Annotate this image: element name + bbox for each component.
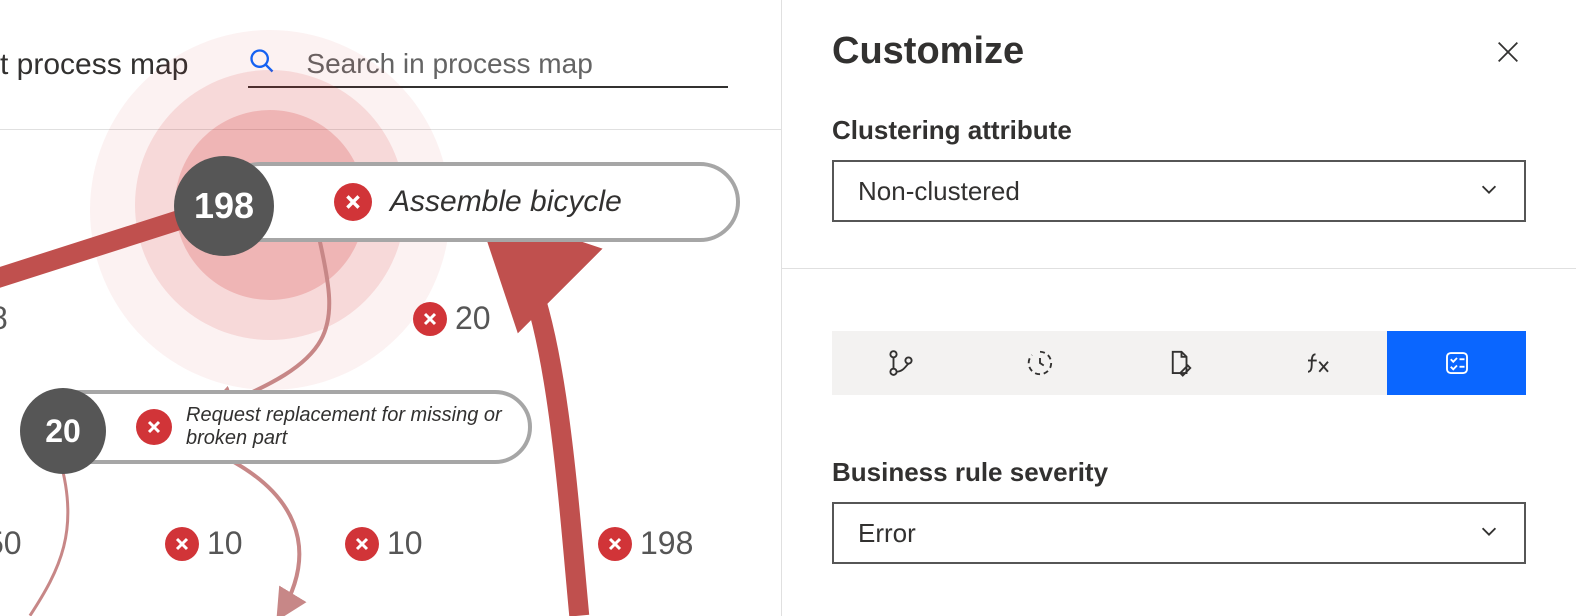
close-icon bbox=[1494, 38, 1522, 66]
select-value: Error bbox=[858, 518, 916, 549]
clustering-attribute-select[interactable]: Non-clustered bbox=[832, 160, 1526, 222]
tab-variant[interactable] bbox=[832, 331, 971, 395]
edge-label: 20 bbox=[413, 300, 491, 337]
customize-panel: Customize Clustering attribute Non-clust… bbox=[782, 0, 1576, 616]
chevron-down-icon bbox=[1478, 176, 1500, 207]
view-mode-tabs bbox=[832, 331, 1526, 395]
node-label: Request replacement for missing or broke… bbox=[186, 404, 528, 450]
tab-duration[interactable] bbox=[971, 331, 1110, 395]
branch-icon bbox=[886, 348, 916, 378]
tab-formula[interactable] bbox=[1248, 331, 1387, 395]
business-rule-severity-field: Business rule severity Error bbox=[832, 457, 1526, 564]
panel-title: Customize bbox=[832, 30, 1024, 73]
select-value: Non-clustered bbox=[858, 176, 1020, 207]
error-icon bbox=[165, 527, 199, 561]
error-icon bbox=[598, 527, 632, 561]
process-node[interactable]: 20 Request replacement for missing or br… bbox=[22, 390, 532, 464]
clustering-attribute-field: Clustering attribute Non-clustered bbox=[832, 115, 1526, 222]
process-map-pane: t process map bbox=[0, 0, 782, 616]
chevron-down-icon bbox=[1478, 518, 1500, 549]
error-icon bbox=[334, 183, 372, 221]
file-edit-icon bbox=[1164, 348, 1194, 378]
fx-icon bbox=[1303, 348, 1333, 378]
clock-dashed-icon bbox=[1025, 348, 1055, 378]
edge-label: 10 bbox=[345, 525, 423, 562]
process-map-canvas[interactable]: 198 Assemble bicycle 20 Request replacem… bbox=[0, 130, 781, 616]
edge-label: 8 bbox=[0, 300, 8, 337]
node-label: Assemble bicycle bbox=[390, 185, 622, 219]
edge-label: 50 bbox=[0, 525, 22, 562]
section-divider bbox=[782, 268, 1576, 269]
error-icon bbox=[413, 302, 447, 336]
node-count-badge: 20 bbox=[20, 388, 106, 474]
node-count-badge: 198 bbox=[174, 156, 274, 256]
checklist-icon bbox=[1442, 348, 1472, 378]
error-icon bbox=[345, 527, 379, 561]
business-rule-severity-select[interactable]: Error bbox=[832, 502, 1526, 564]
edge-label: 198 bbox=[598, 525, 693, 562]
field-label: Business rule severity bbox=[832, 457, 1526, 488]
tab-rules[interactable] bbox=[1387, 331, 1526, 395]
field-label: Clustering attribute bbox=[832, 115, 1526, 146]
close-button[interactable] bbox=[1490, 34, 1526, 70]
panel-header: Customize bbox=[832, 30, 1526, 73]
error-icon bbox=[136, 409, 172, 445]
edge-label: 10 bbox=[165, 525, 243, 562]
process-node[interactable]: 198 Assemble bicycle bbox=[220, 162, 740, 242]
tab-file[interactable] bbox=[1110, 331, 1249, 395]
